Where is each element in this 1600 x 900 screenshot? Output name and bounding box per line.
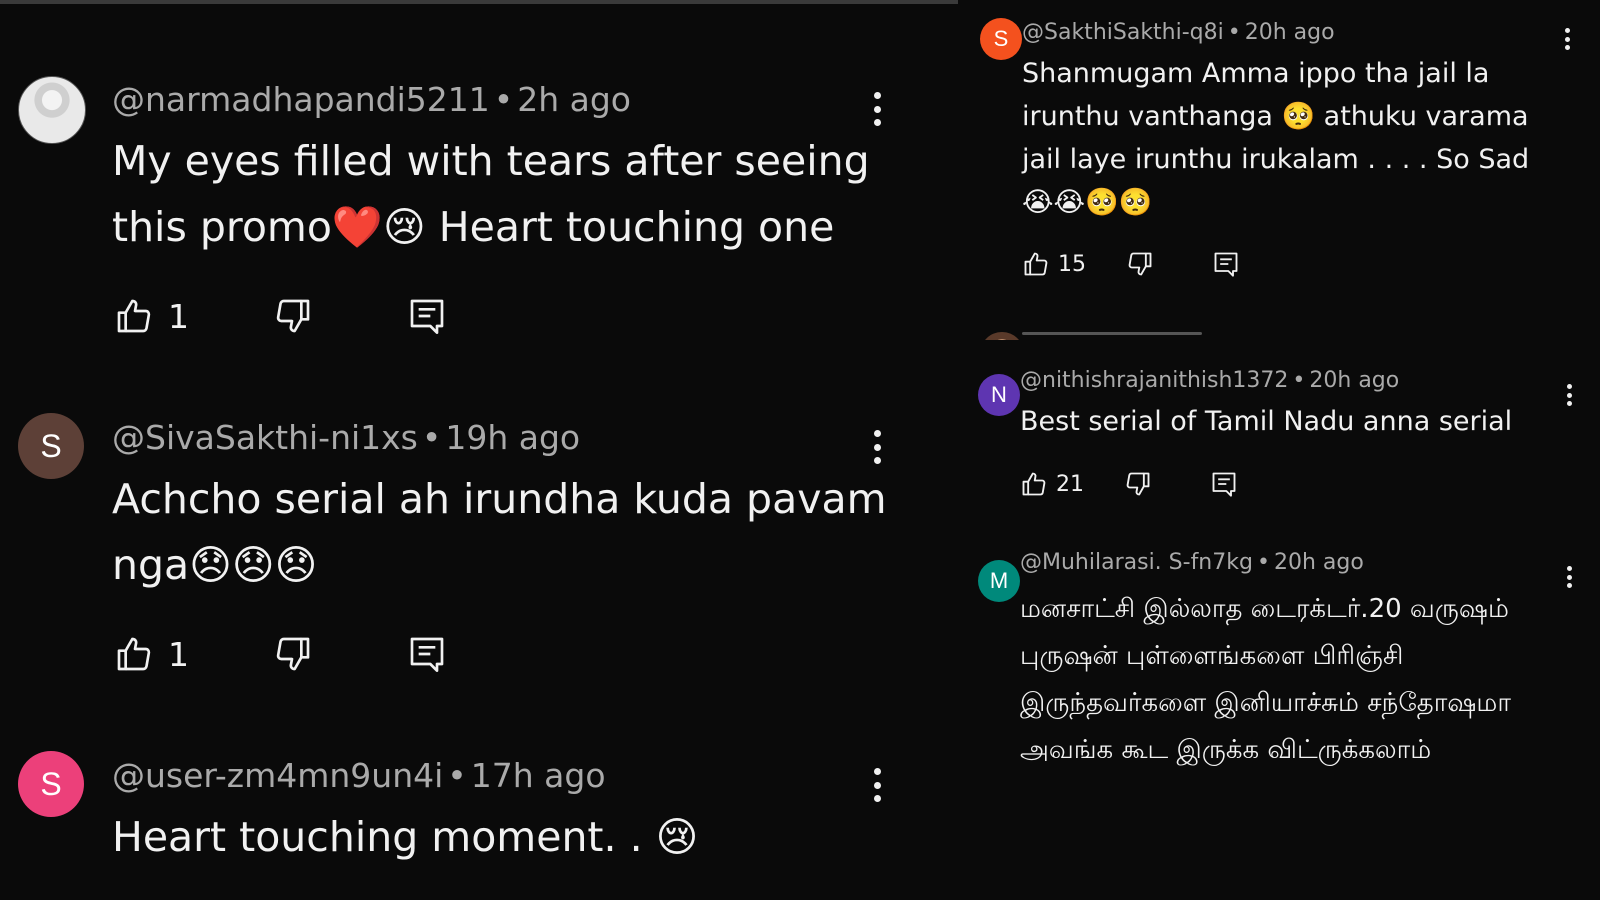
comment-actions: 21 [1020, 470, 1238, 498]
avatar[interactable]: M [978, 560, 1020, 602]
meta-separator: • [447, 756, 467, 795]
meta-separator: • [421, 418, 442, 457]
avatar [980, 332, 1024, 340]
avatar[interactable]: S [18, 413, 84, 479]
more-vert-icon[interactable] [872, 92, 882, 126]
avatar[interactable]: S [980, 18, 1022, 60]
thumb-down-icon [1126, 472, 1150, 496]
comment-meta: @user-zm4mn9un4i • 17h ago [112, 756, 606, 795]
comment-actions: 1 [114, 634, 447, 674]
comment-meta: @Muhilarasi. S-fn7kg • 20h ago [1020, 550, 1364, 575]
avatar[interactable]: N [978, 374, 1020, 416]
avatar-letter: N [991, 382, 1007, 407]
timestamp: 2h ago [517, 80, 631, 119]
comment-text: Heart touching moment. . 😢 [112, 813, 699, 861]
timestamp: 20h ago [1309, 368, 1400, 393]
reply-button[interactable] [407, 634, 447, 674]
comment-meta: @SakthiSakthi-q8i • 20h ago [1022, 20, 1335, 45]
avatar[interactable]: S [18, 751, 84, 817]
thumb-down-icon [276, 299, 310, 333]
thumb-up-icon [1022, 472, 1046, 496]
timestamp: 17h ago [470, 756, 606, 795]
thumb-up-icon [117, 637, 151, 671]
meta-separator: • [1227, 20, 1241, 45]
comment-actions: 15 [1022, 250, 1240, 278]
like-count: 21 [1056, 471, 1084, 497]
reply-button[interactable] [1210, 470, 1238, 498]
username[interactable]: @user-zm4mn9un4i [112, 756, 443, 795]
thumb-up-icon [117, 299, 151, 333]
progress-divider [0, 0, 958, 4]
dislike-button[interactable] [1124, 470, 1152, 498]
reply-button[interactable] [1212, 250, 1240, 278]
dislike-button[interactable] [1126, 250, 1154, 278]
comment-text: Achcho serial ah irundha kuda pavam nga😞… [112, 475, 887, 589]
clipped-meta [1022, 332, 1202, 335]
avatar-letter: S [40, 427, 62, 464]
comment-text: மனசாட்சி இல்லாத டைரக்டர்.20 வருஷம் புருஷ… [1020, 594, 1511, 765]
thumb-down-icon [1128, 252, 1152, 276]
reply-icon [410, 637, 444, 672]
reply-button[interactable] [407, 296, 447, 336]
avatar-letter: S [40, 765, 62, 802]
more-vert-icon[interactable] [1564, 28, 1570, 50]
username[interactable]: @narmadhapandi5211 [112, 80, 490, 119]
comment-meta: @nithishrajanithish1372 • 20h ago [1020, 368, 1399, 393]
meta-separator: • [1292, 368, 1306, 393]
avatar-letter: M [989, 568, 1009, 593]
avatar[interactable] [18, 76, 86, 144]
comment-text: Best serial of Tamil Nadu anna serial [1020, 406, 1513, 437]
username[interactable]: @Muhilarasi. S-fn7kg [1020, 550, 1253, 575]
like-count: 1 [168, 634, 189, 674]
like-button[interactable]: 1 [114, 296, 189, 336]
meta-separator: • [1256, 550, 1270, 575]
timestamp: 19h ago [445, 418, 581, 457]
comment-text: My eyes filled with tears after seeing t… [112, 137, 870, 251]
comment-meta: @narmadhapandi5211 • 2h ago [112, 80, 631, 119]
timestamp: 20h ago [1273, 550, 1364, 575]
like-count: 15 [1058, 251, 1086, 277]
more-vert-icon[interactable] [1566, 566, 1572, 588]
comment-text: Shanmugam Amma ippo tha jail la irunthu … [1022, 58, 1530, 218]
left-comments-panel: @narmadhapandi5211 • 2h ago My eyes filled… [0, 0, 958, 900]
reply-icon [1212, 472, 1236, 497]
username[interactable]: @nithishrajanithish1372 [1020, 368, 1288, 393]
more-vert-icon[interactable] [872, 430, 882, 464]
thumb-up-icon [1024, 252, 1048, 276]
comment-meta: @SivaSakthi-ni1xs • 19h ago [112, 418, 580, 457]
like-button[interactable]: 21 [1020, 470, 1084, 498]
like-button[interactable]: 1 [114, 634, 189, 674]
timestamp: 20h ago [1244, 20, 1335, 45]
dislike-button[interactable] [273, 296, 313, 336]
like-count: 1 [168, 296, 189, 336]
reply-icon [410, 299, 444, 334]
meta-separator: • [493, 80, 514, 119]
right-comments-panel: S @SakthiSakthi-q8i • 20h ago Shanmugam Am… [958, 0, 1600, 900]
thumb-down-icon [276, 637, 310, 671]
avatar-letter: S [993, 26, 1009, 51]
dislike-button[interactable] [273, 634, 313, 674]
clipped-comment [958, 326, 1600, 340]
more-vert-icon[interactable] [872, 768, 882, 802]
like-button[interactable]: 15 [1022, 250, 1086, 278]
comment-actions: 1 [114, 296, 447, 336]
username[interactable]: @SivaSakthi-ni1xs [112, 418, 418, 457]
reply-icon [1214, 252, 1238, 277]
username[interactable]: @SakthiSakthi-q8i [1022, 20, 1224, 45]
